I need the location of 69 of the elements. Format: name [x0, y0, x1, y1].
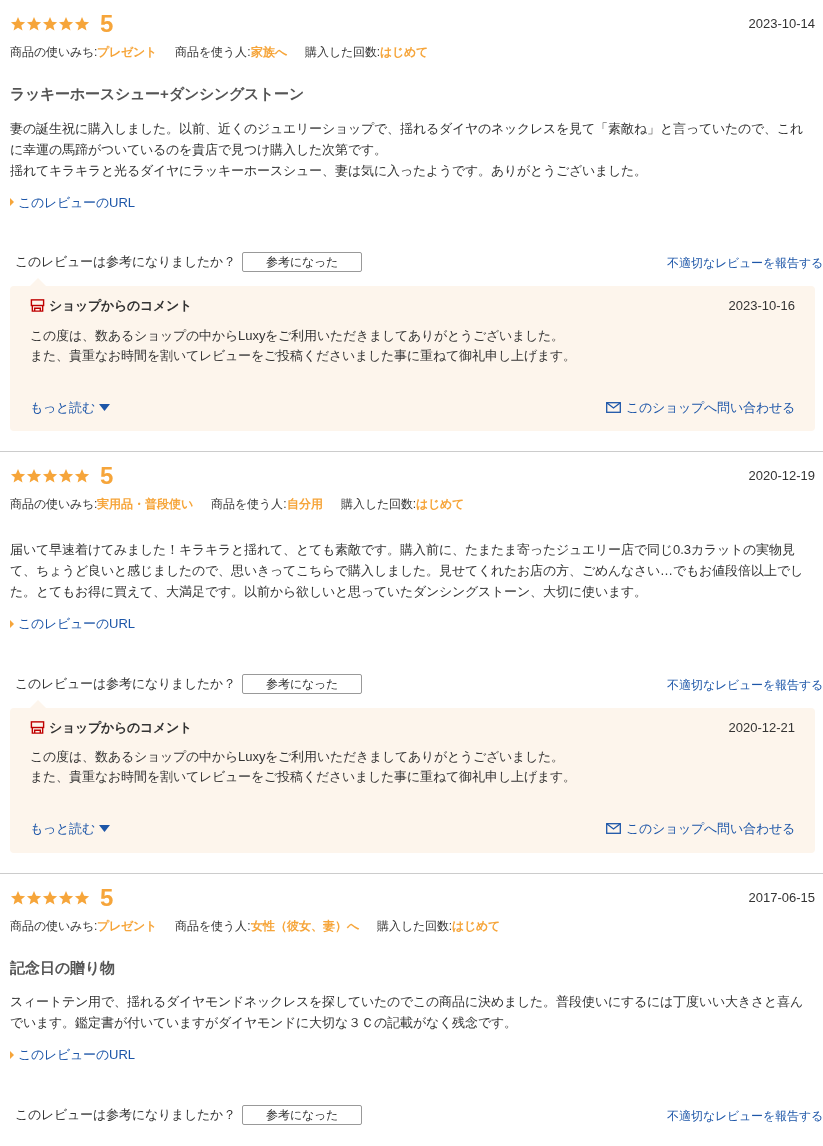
review-title: ラッキーホースシュー+ダンシングストーン [10, 84, 305, 104]
star-icon [74, 889, 90, 906]
star-icon [10, 16, 26, 32]
shop-comment-text: この度は、数あるショップの中からLuxyをご利用いただきましてありがとうございました。 [30, 326, 566, 345]
review-text: 揺れてキラキラと光るダイヤにラッキーホースシュー、妻は気に入ったようです。ありがとうございました。 [10, 161, 648, 180]
star-icon [58, 16, 74, 32]
star-icon [26, 468, 42, 484]
caret-icon [10, 1050, 14, 1059]
caret-down-icon [99, 825, 110, 833]
report-link[interactable]: 不適切なレビューを報告する [667, 1106, 823, 1125]
contact-shop-link[interactable]: このショップへ問い合わせる [606, 819, 795, 839]
review-date: 2023-10-14 [748, 15, 815, 34]
report-link[interactable]: 不適切なレビューを報告する [667, 254, 823, 272]
helpful-question: このレビューは参考になりましたか？ [15, 674, 236, 693]
helpful-button[interactable]: 参考になった [242, 252, 362, 272]
report-link[interactable]: 不適切なレビューを報告する [667, 675, 823, 694]
review-meta: 商品を使う人:自分用 [211, 496, 323, 513]
review-url-link[interactable]: このレビューのURL [18, 1045, 135, 1065]
shop-icon [30, 298, 45, 314]
review-meta: 商品を使う人:家族へ [175, 44, 287, 61]
review-meta: 商品の使いみち:プレゼント [10, 44, 158, 61]
contact-shop-link[interactable]: このショップへ問い合わせる [606, 397, 795, 417]
star-icon [58, 468, 74, 484]
shop-comment-date: 2023-10-16 [728, 297, 795, 315]
star-icon [42, 468, 58, 484]
read-more-link[interactable]: もっと読む [30, 397, 110, 417]
review-text: 届いて早速着けてみました！キラキラと揺れて、とても素敵です。購入前に、たまたま寄ったジュエリー店で同じ0.3カラットの実物見て、ちょうど良いと感じましたので、思いきってこちらで購入しました。見せてくれたお店の方、ごめんなさい…でもお値段倍以上でした。とてもお得に買えて、大満足です。以前から欲しいと思っていたダンシングストーン、大切に使います。 [10, 541, 804, 601]
rating-score: 5 [100, 883, 114, 912]
star-icon [42, 889, 58, 906]
read-more-link[interactable]: もっと読む [30, 819, 110, 839]
shop-comment-text: また、貴重なお時間を割いてレビューをご投稿くださいました事に重ねて御礼申し上げます。 [30, 346, 577, 365]
star-icon [42, 16, 58, 32]
star-icon [74, 16, 90, 32]
review-text: 妻の誕生祝に購入しました。以前、近くのジュエリーショップで、揺れるダイヤのネックレスを見て「素敵ね」と言っていたので、これに幸運の馬蹄がついているのを貴店で見つけ購入した次第です。 [10, 119, 804, 159]
rating-score: 5 [100, 462, 114, 490]
review-meta: 商品の使いみち:プレゼント [10, 917, 158, 935]
shop-comment-text: この度は、数あるショップの中からLuxyをご利用いただきましてありがとうございました。 [30, 748, 566, 766]
star-icon [58, 889, 74, 906]
mail-icon [606, 823, 621, 835]
review-meta: 購入した回数:はじめて [304, 44, 429, 61]
helpful-button[interactable]: 参考になった [242, 673, 362, 694]
star-icon [10, 468, 26, 484]
review-meta: 商品を使う人:女性（彼女、妻）へ [175, 917, 359, 935]
helpful-question: このレビューは参考になりましたか？ [15, 253, 236, 272]
star-icon [74, 468, 90, 484]
caret-down-icon [99, 403, 110, 411]
review-meta: 商品の使いみち:実用品・普段使い [10, 496, 194, 513]
review-meta: 購入した回数:はじめて [376, 917, 501, 935]
shop-comment-date: 2020-12-21 [728, 718, 795, 737]
star-icon [10, 889, 26, 906]
review-url-link[interactable]: このレビューのURL [18, 614, 135, 634]
caret-icon [10, 198, 14, 207]
helpful-question: このレビューは参考になりましたか？ [15, 1105, 236, 1124]
review-url-link[interactable]: このレビューのURL [18, 192, 135, 212]
review-title: 記念日の贈り物 [10, 957, 116, 978]
star-icon [26, 16, 42, 32]
rating-score: 5 [100, 10, 114, 38]
review-date: 2017-06-15 [748, 888, 815, 907]
shop-icon [30, 719, 45, 735]
shop-comment-heading: ショップからのコメント [49, 297, 192, 315]
review-date: 2020-12-19 [748, 467, 815, 486]
star-icon [26, 889, 42, 906]
caret-icon [10, 619, 14, 628]
mail-icon [606, 401, 621, 413]
review-meta: 購入した回数:はじめて [340, 496, 465, 513]
shop-comment-heading: ショップからのコメント [49, 718, 192, 737]
review-text: スィートテン用で、揺れるダイヤモンドネックレスを探していたのでこの商品に決めました。普段使いにするには丁度いい大きさと喜んでいます。鑑定書が付いていますがダイヤモンドに大切な３Ｃの記載がなく残念です。 [10, 993, 804, 1032]
shop-comment-text: また、貴重なお時間を割いてレビューをご投稿くださいました事に重ねて御礼申し上げます。 [30, 768, 577, 786]
helpful-button[interactable]: 参考になった [242, 1104, 362, 1125]
